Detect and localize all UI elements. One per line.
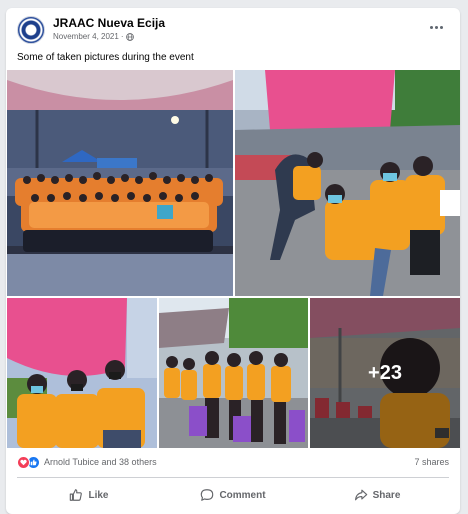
gallery-photo-5[interactable]: +23 bbox=[310, 298, 460, 448]
page-name-link[interactable]: JRAAC Nueva Ecija bbox=[53, 16, 165, 30]
shares-count[interactable]: 7 shares bbox=[414, 457, 449, 467]
post-header: JRAAC Nueva Ecija November 4, 2021 · bbox=[6, 8, 460, 48]
post-actions: Like Comment Share bbox=[17, 480, 449, 510]
actions-divider bbox=[17, 477, 449, 478]
page-avatar[interactable] bbox=[17, 16, 45, 44]
post-meta: November 4, 2021 · bbox=[53, 32, 134, 41]
reactions-count[interactable]: Arnold Tubice and 38 others bbox=[44, 457, 157, 467]
thumbs-up-icon bbox=[70, 489, 83, 501]
gallery-photo-2[interactable] bbox=[235, 70, 460, 296]
more-options-icon[interactable] bbox=[424, 19, 448, 35]
meta-separator: · bbox=[120, 32, 124, 41]
post-card: JRAAC Nueva Ecija November 4, 2021 · Som… bbox=[6, 8, 460, 514]
gallery-photo-4[interactable] bbox=[159, 298, 308, 448]
comment-button[interactable]: Comment bbox=[161, 480, 305, 510]
like-button-label: Like bbox=[88, 489, 109, 501]
post-date-link[interactable]: November 4, 2021 bbox=[53, 32, 119, 41]
reaction-summary[interactable]: Arnold Tubice and 38 others bbox=[17, 454, 157, 470]
share-button-label: Share bbox=[372, 489, 401, 501]
globe-icon bbox=[125, 32, 134, 41]
more-photos-overlay[interactable]: +23 bbox=[310, 298, 460, 448]
share-arrow-icon bbox=[354, 489, 367, 501]
comment-bubble-icon bbox=[201, 489, 214, 501]
gallery-photo-1[interactable] bbox=[7, 70, 233, 296]
post-caption: Some of taken pictures during the event bbox=[17, 52, 194, 63]
share-button[interactable]: Share bbox=[305, 480, 449, 510]
comment-button-label: Comment bbox=[219, 489, 266, 501]
like-button[interactable]: Like bbox=[17, 480, 161, 510]
love-reaction-icon bbox=[17, 455, 30, 469]
gallery-photo-3[interactable] bbox=[7, 298, 157, 448]
